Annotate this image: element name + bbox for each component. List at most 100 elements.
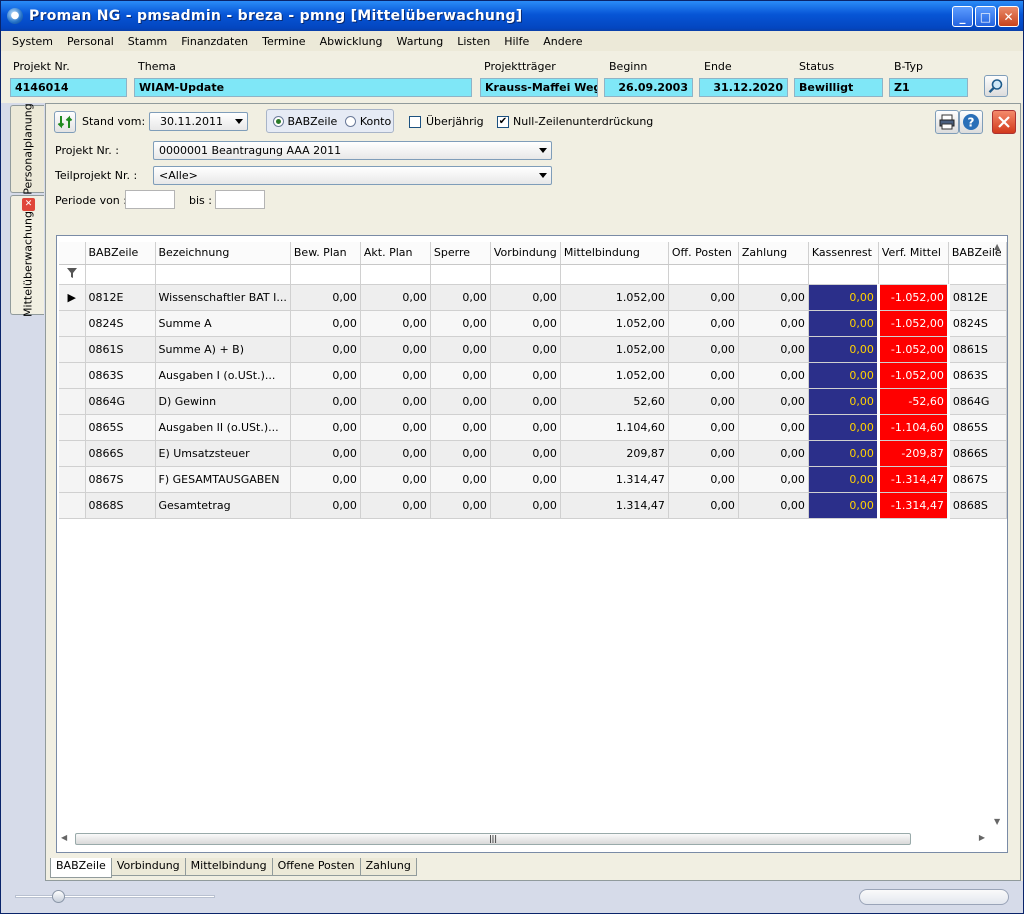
table-cell[interactable]: 0,00 xyxy=(668,362,739,389)
filter-cell[interactable] xyxy=(85,264,156,285)
table-cell[interactable]: 0,00 xyxy=(430,414,491,441)
table-cell[interactable]: 0,00 xyxy=(290,414,361,441)
column-header[interactable]: Bezeichnung xyxy=(155,242,291,265)
filter-cell[interactable] xyxy=(155,264,291,285)
maximize-button[interactable]: □ xyxy=(975,6,996,27)
table-cell[interactable]: -209,87 xyxy=(878,440,950,467)
table-cell[interactable]: 1.052,00 xyxy=(560,284,669,311)
table-cell[interactable]: 0,00 xyxy=(360,466,431,493)
menu-termine[interactable]: Termine xyxy=(255,35,312,48)
table-cell[interactable]: -1.052,00 xyxy=(878,284,950,311)
table-cell[interactable]: 0,00 xyxy=(430,466,491,493)
table-cell[interactable]: -1.104,60 xyxy=(878,414,950,441)
column-header[interactable]: Zahlung xyxy=(738,242,809,265)
table-cell[interactable]: -1.314,47 xyxy=(878,492,950,519)
row-header[interactable] xyxy=(59,362,86,389)
filter-cell[interactable] xyxy=(738,264,809,285)
menu-hilfe[interactable]: Hilfe xyxy=(497,35,536,48)
table-cell[interactable]: 1.314,47 xyxy=(560,492,669,519)
table-cell[interactable]: 0,00 xyxy=(738,414,809,441)
row-header[interactable] xyxy=(59,440,86,467)
table-cell[interactable]: 0,00 xyxy=(738,336,809,363)
table-row[interactable]: 0824S Summe A 0,00 0,00 0,00 0,00 1.052,00 0,00… xyxy=(59,310,1007,337)
table-row[interactable]: 0863S Ausgaben I (o.USt.)... 0,00 0,00 0,00 0… xyxy=(59,362,1007,389)
filter-cell[interactable] xyxy=(360,264,431,285)
stand-vom-dropdown[interactable]: 30.11.2011 xyxy=(149,112,248,131)
periode-von-input[interactable] xyxy=(125,190,175,209)
filter-cell[interactable] xyxy=(878,264,949,285)
tab-mittelbindung[interactable]: Mittelbindung xyxy=(184,858,273,876)
table-cell[interactable]: 0,00 xyxy=(490,414,561,441)
row-header[interactable] xyxy=(59,414,86,441)
menu-wartung[interactable]: Wartung xyxy=(390,35,451,48)
table-cell[interactable]: 0,00 xyxy=(808,336,880,363)
table-cell[interactable]: 0,00 xyxy=(490,336,561,363)
table-cell[interactable]: 0,00 xyxy=(290,310,361,337)
table-cell[interactable]: Summe A) + B) xyxy=(155,336,291,363)
table-cell[interactable]: 0,00 xyxy=(430,440,491,467)
table-cell[interactable]: 0,00 xyxy=(290,362,361,389)
row-header[interactable] xyxy=(59,492,86,519)
column-header[interactable]: Verf. Mittel xyxy=(878,242,949,265)
table-row[interactable]: 0865S Ausgaben II (o.USt.)... 0,00 0,00 0,00… xyxy=(59,414,1007,441)
table-cell[interactable]: 0,00 xyxy=(490,284,561,311)
table-cell[interactable]: 0824S xyxy=(85,310,156,337)
close-form-button[interactable] xyxy=(992,110,1016,134)
table-cell[interactable]: 0,00 xyxy=(290,440,361,467)
tab-vorbindung[interactable]: Vorbindung xyxy=(110,858,186,876)
table-cell[interactable]: 0,00 xyxy=(490,362,561,389)
table-cell[interactable]: 0,00 xyxy=(668,336,739,363)
vertical-scrollbar[interactable]: ▲ ▼ xyxy=(991,242,1005,826)
table-cell[interactable]: 0,00 xyxy=(738,388,809,415)
table-cell[interactable]: 0867S xyxy=(85,466,156,493)
table-cell[interactable]: Ausgaben I (o.USt.)... xyxy=(155,362,291,389)
horizontal-scroll-thumb[interactable]: ||| xyxy=(75,833,911,845)
table-cell[interactable]: 0,00 xyxy=(360,388,431,415)
table-cell[interactable]: 0,00 xyxy=(808,388,880,415)
table-cell[interactable]: 0,00 xyxy=(430,362,491,389)
table-cell[interactable]: -1.052,00 xyxy=(878,336,950,363)
column-header[interactable]: Akt. Plan xyxy=(360,242,431,265)
table-cell[interactable]: 1.314,47 xyxy=(560,466,669,493)
close-window-button[interactable]: ✕ xyxy=(998,6,1019,27)
table-cell[interactable]: 52,60 xyxy=(560,388,669,415)
table-cell[interactable]: Summe A xyxy=(155,310,291,337)
table-cell[interactable]: 0,00 xyxy=(360,414,431,441)
table-cell[interactable]: Gesamtetrag xyxy=(155,492,291,519)
filter-cell[interactable] xyxy=(808,264,879,285)
table-cell[interactable]: 0,00 xyxy=(738,492,809,519)
table-cell[interactable]: 0,00 xyxy=(668,310,739,337)
table-cell[interactable]: 0,00 xyxy=(490,492,561,519)
table-cell[interactable]: Ausgaben II (o.USt.)... xyxy=(155,414,291,441)
table-row[interactable]: 0866S E) Umsatzsteuer 0,00 0,00 0,00 0,00 209,… xyxy=(59,440,1007,467)
table-cell[interactable]: 0,00 xyxy=(738,284,809,311)
radio-konto[interactable]: Konto xyxy=(345,115,391,128)
zoom-slider-track[interactable] xyxy=(15,895,215,898)
periode-bis-input[interactable] xyxy=(215,190,265,209)
tab-zahlung[interactable]: Zahlung xyxy=(359,858,417,876)
table-cell[interactable]: 0,00 xyxy=(290,492,361,519)
table-cell[interactable]: 0,00 xyxy=(430,336,491,363)
scroll-down-icon[interactable]: ▼ xyxy=(994,817,1000,826)
table-row[interactable]: 0868S Gesamtetrag 0,00 0,00 0,00 0,00 1.314,47… xyxy=(59,492,1007,519)
table-cell[interactable]: 0863S xyxy=(85,362,156,389)
table-cell[interactable]: 0,00 xyxy=(430,310,491,337)
table-cell[interactable]: 0,00 xyxy=(738,310,809,337)
table-cell[interactable]: 0,00 xyxy=(290,284,361,311)
print-button[interactable] xyxy=(935,110,959,134)
table-cell[interactable]: 0,00 xyxy=(430,492,491,519)
table-cell[interactable]: 0,00 xyxy=(490,310,561,337)
table-cell[interactable]: F) GESAMTAUSGABEN xyxy=(155,466,291,493)
table-cell[interactable]: 0864G xyxy=(85,388,156,415)
close-tab-icon[interactable]: ✕ xyxy=(22,198,35,211)
radio-babzeile[interactable]: BABZeile xyxy=(273,115,337,128)
search-button[interactable] xyxy=(984,75,1008,97)
table-cell[interactable]: 0,00 xyxy=(490,466,561,493)
minimize-button[interactable]: _ xyxy=(952,6,973,27)
menu-abwicklung[interactable]: Abwicklung xyxy=(313,35,390,48)
menu-andere[interactable]: Andere xyxy=(536,35,589,48)
menu-listen[interactable]: Listen xyxy=(450,35,497,48)
table-cell[interactable]: -1.052,00 xyxy=(878,310,950,337)
refresh-button[interactable] xyxy=(54,111,76,133)
ueberjaehrig-checkbox[interactable] xyxy=(409,116,421,128)
